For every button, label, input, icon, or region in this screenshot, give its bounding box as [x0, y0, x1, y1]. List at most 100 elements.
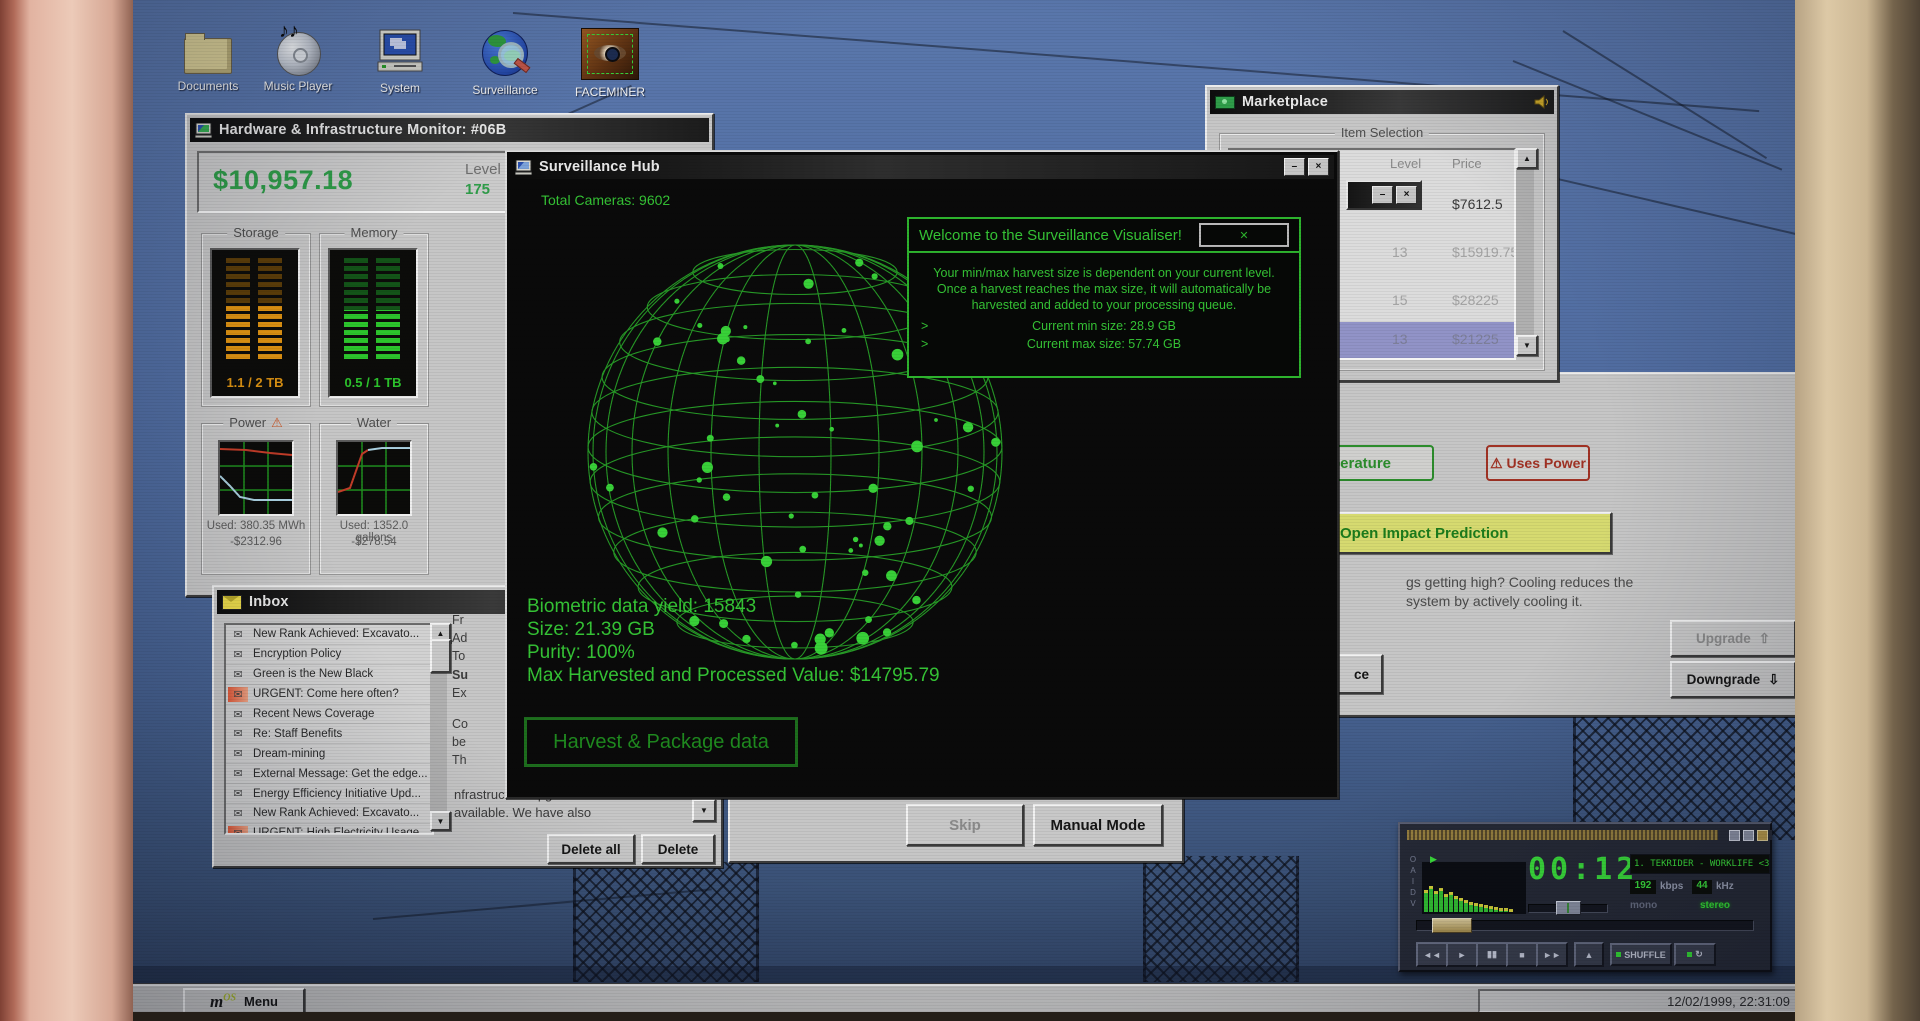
- volume-thumb[interactable]: [1556, 901, 1581, 915]
- envelope-icon: ✉: [228, 627, 248, 642]
- inbox-message-row[interactable]: ✉New Rank Achieved: Excavato...: [226, 625, 432, 645]
- monitor-bezel-bottom: [133, 1012, 1795, 1021]
- repeat-button[interactable]: ↻: [1674, 943, 1716, 966]
- minimize-button[interactable]: –: [1284, 158, 1305, 176]
- eject-button[interactable]: ▲: [1574, 942, 1604, 967]
- message-subject: Recent News Coverage: [253, 708, 374, 720]
- close-button[interactable]: ×: [1396, 186, 1417, 204]
- inbox-title: Inbox: [249, 594, 289, 610]
- mono-indicator: mono: [1630, 900, 1657, 911]
- clutterbar[interactable]: O A I D V: [1408, 854, 1418, 910]
- welcome-dialog-title: Welcome to the Surveillance Visualiser!: [919, 227, 1182, 244]
- balance-value: $10,957.18: [213, 165, 353, 196]
- scroll-down-button[interactable]: ▼: [1516, 335, 1538, 356]
- hardware-titlebar[interactable]: Hardware & Infrastructure Monitor: #06B: [190, 118, 709, 142]
- scroll-thumb[interactable]: [430, 639, 451, 673]
- inbox-message-row[interactable]: ✉URGENT: High Electricity Usage: [226, 824, 432, 835]
- open-impact-prediction-button[interactable]: Open Impact Prediction: [1292, 512, 1612, 554]
- scroll-down-button[interactable]: ▼: [430, 811, 451, 831]
- inbox-message-row[interactable]: ✉Dream-mining: [226, 744, 432, 764]
- player-titlebar[interactable]: [1407, 830, 1763, 840]
- spectrum-bar: [1499, 908, 1503, 912]
- powerline-cable: [1523, 170, 1796, 235]
- market-scrollbar[interactable]: ▲ ▼: [1516, 148, 1534, 356]
- powerline-cable: [513, 12, 1759, 112]
- inbox-message-row[interactable]: ✉New Rank Achieved: Excavato...: [226, 804, 432, 824]
- prev-button[interactable]: ◄◄: [1416, 942, 1448, 967]
- harvest-package-button[interactable]: Harvest & Package data: [524, 717, 798, 767]
- inbox-message-row[interactable]: ✉External Message: Get the edge...: [226, 764, 432, 784]
- welcome-dialog: Welcome to the Surveillance Visualiser! …: [907, 217, 1301, 378]
- spectrum-bar: [1474, 903, 1478, 912]
- envelope-icon: ✉: [228, 726, 248, 741]
- spectrum-bar: [1454, 896, 1458, 912]
- inbox-scrollbar[interactable]: ▲ ▼: [430, 623, 447, 831]
- water-group: Water Used: 1352.0 gallons -$278.54: [319, 423, 429, 575]
- minimize-button[interactable]: –: [1372, 186, 1393, 204]
- inbox-message-row[interactable]: ✉Encryption Policy: [226, 645, 432, 665]
- message-subject: URGENT: High Electricity Usage: [253, 827, 419, 835]
- computer-icon: [515, 160, 532, 175]
- next-button[interactable]: ►►: [1536, 942, 1568, 967]
- message-subject: External Message: Get the edge...: [253, 768, 428, 780]
- speaker-icon[interactable]: [1534, 95, 1549, 109]
- spectrum-bar: [1504, 908, 1508, 912]
- marketplace-titlebar[interactable]: Marketplace: [1210, 90, 1554, 114]
- cooling-panel: perature ⚠ Uses Power Open Impact Predic…: [1282, 372, 1813, 717]
- track-title[interactable]: 1. TEKRIDER - WORKLIFE <3:48>: [1630, 854, 1770, 874]
- inbox-message-row[interactable]: ✉Energy Efficiency Initiative Upd...: [226, 784, 432, 804]
- inbox-message-row[interactable]: ✉URGENT: Come here often?: [226, 685, 432, 705]
- envelope-icon: ✉: [228, 806, 248, 821]
- manual-mode-button[interactable]: Manual Mode: [1033, 804, 1163, 846]
- min-size-row: > Current min size: 28.9 GB: [909, 319, 1299, 333]
- inbox-message-row[interactable]: ✉Green is the New Black: [226, 665, 432, 685]
- delete-all-button[interactable]: Delete all: [547, 834, 635, 864]
- desktop-icon-music-player[interactable]: ♪♪ Music Player: [253, 28, 343, 93]
- surveillance-titlebar[interactable]: Surveillance Hub – ×: [510, 155, 1334, 179]
- desktop-icon-system[interactable]: System: [355, 28, 445, 95]
- storage-label: Storage: [233, 225, 279, 240]
- shuffle-button[interactable]: SHUFFLE: [1610, 943, 1672, 966]
- crt-screen: Documents ♪♪ Music Player System: [0, 0, 1920, 1021]
- desktop-icon-faceminer[interactable]: FACEMINER: [565, 28, 655, 99]
- pause-button[interactable]: ▮▮: [1476, 942, 1508, 967]
- desktop-icon-surveillance[interactable]: Surveillance: [460, 28, 550, 97]
- power-graph: [218, 440, 294, 516]
- stat-size: Size: 21.39 GB: [527, 618, 940, 641]
- marketplace-title: Marketplace: [1242, 94, 1328, 110]
- menu-button[interactable]: mOS Menu: [183, 988, 305, 1015]
- up-arrow-icon: ⇧: [1759, 631, 1770, 647]
- spectrum-bar: [1444, 894, 1448, 912]
- close-button[interactable]: ×: [1308, 158, 1329, 176]
- envelope-icon: ✉: [228, 687, 248, 702]
- player-minimize-button[interactable]: [1729, 830, 1740, 841]
- upgrade-button[interactable]: Upgrade⇧: [1670, 620, 1796, 657]
- envelope-icon: [222, 595, 242, 610]
- downgrade-button[interactable]: Downgrade⇩: [1670, 661, 1796, 698]
- skip-button[interactable]: Skip: [906, 804, 1024, 846]
- scroll-up-button[interactable]: ▲: [1516, 148, 1538, 169]
- inbox-message-row[interactable]: ✉Recent News Coverage: [226, 705, 432, 725]
- time-display[interactable]: 00:12: [1528, 852, 1620, 887]
- cd-icon: ♪♪: [275, 28, 321, 74]
- spectrum-bar: [1489, 906, 1493, 912]
- dialog-close-button[interactable]: ✕: [1199, 223, 1289, 247]
- water-graph: [336, 440, 412, 516]
- power-used: Used: 380.35 MWh: [202, 520, 310, 532]
- dropdown-button[interactable]: ▼: [692, 799, 716, 822]
- mode-panel: Skip Manual Mode: [728, 793, 1184, 863]
- taskbar-clock[interactable]: 12/02/1999, 22:31:09: [1478, 989, 1806, 1013]
- player-shade-button[interactable]: [1743, 830, 1754, 841]
- player-close-button[interactable]: [1757, 830, 1768, 841]
- inbox-message-row[interactable]: ✉Re: Staff Benefits: [226, 724, 432, 744]
- taskbar: mOS Menu 12/02/1999, 22:31:09: [133, 984, 1795, 1014]
- stop-button[interactable]: ■: [1506, 942, 1538, 967]
- delete-button[interactable]: Delete: [641, 834, 715, 864]
- pylon-silhouette: [1573, 700, 1809, 840]
- seek-handle[interactable]: [1432, 918, 1472, 933]
- spectrum-bar: [1424, 890, 1428, 912]
- spectrum-bar: [1464, 900, 1468, 912]
- play-button[interactable]: ►: [1446, 942, 1478, 967]
- desktop-icon-documents[interactable]: Documents: [163, 28, 253, 93]
- column-price: Price: [1452, 156, 1482, 171]
